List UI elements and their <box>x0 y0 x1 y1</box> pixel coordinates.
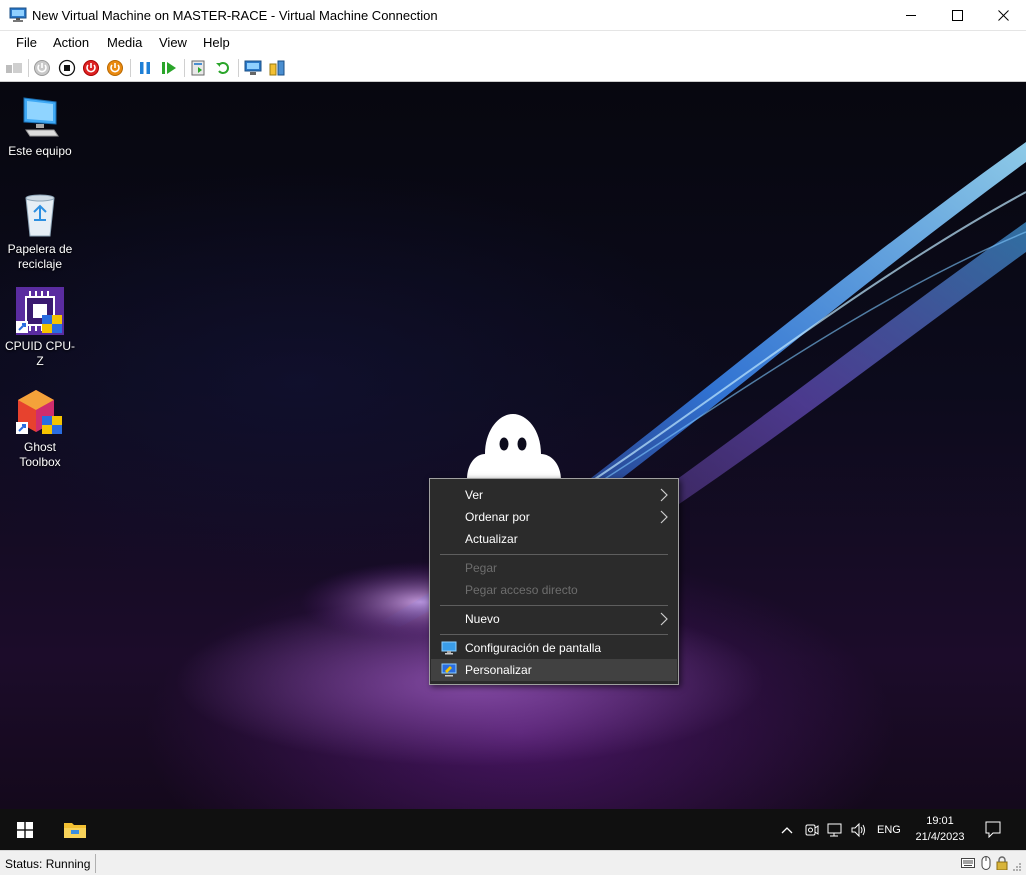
desktop-icon-label: Papelera de reciclaje <box>7 242 73 271</box>
language-indicator[interactable]: ENG <box>877 824 901 836</box>
context-menu: Ver Ordenar por Actualizar Pegar Pegar a… <box>429 478 679 685</box>
resize-grip-icon[interactable] <box>1012 859 1022 873</box>
menu-item-pegar: Pegar <box>465 561 498 575</box>
maximize-button[interactable] <box>934 0 980 31</box>
chevron-right-icon <box>660 612 668 626</box>
menu-view[interactable]: View <box>159 35 187 50</box>
cpuz-icon <box>16 287 64 335</box>
menu-action[interactable]: Action <box>53 35 89 50</box>
revert-icon[interactable] <box>214 59 232 77</box>
menu-separator <box>440 554 668 555</box>
chevron-right-icon <box>660 510 668 524</box>
window-title: New Virtual Machine on MASTER-RACE - Vir… <box>32 8 438 23</box>
chevron-up-icon[interactable] <box>780 821 794 839</box>
windows-start-icon <box>17 821 33 838</box>
notifications-icon[interactable] <box>984 820 1002 838</box>
menu-item-actualizar[interactable]: Actualizar <box>431 528 677 550</box>
turn-off-icon[interactable] <box>58 59 76 77</box>
clock[interactable]: 19:01 21/4/2023 <box>900 813 980 845</box>
mouse-icon <box>981 856 991 870</box>
keyboard-icon <box>961 858 975 868</box>
title-bar: New Virtual Machine on MASTER-RACE - Vir… <box>0 0 1026 31</box>
close-icon <box>997 10 1009 21</box>
menu-file[interactable]: File <box>16 35 37 50</box>
guest-desktop[interactable]: Este equipo Papelera de reciclaje CPUID … <box>0 82 1026 850</box>
desktop-icon-este-equipo[interactable]: Este equipo <box>2 92 78 159</box>
lock-icon <box>996 856 1008 870</box>
menu-item-configuracion-pantalla[interactable]: Configuración de pantalla <box>431 637 677 659</box>
menu-item-pegar-acceso-directo: Pegar acceso directo <box>465 583 578 597</box>
display-settings-icon <box>441 641 457 655</box>
shut-down-icon[interactable] <box>82 59 100 77</box>
chevron-right-icon <box>660 488 668 502</box>
toolbar-separator <box>184 59 185 77</box>
status-bar: Status: Running <box>0 850 1026 875</box>
menu-bar: File Action Media View Help <box>0 31 1026 54</box>
status-text: Status: Running <box>5 857 91 871</box>
network-icon[interactable] <box>826 821 844 839</box>
checkpoint-icon[interactable] <box>190 59 208 77</box>
personalize-icon <box>441 663 457 677</box>
menu-item-ordenar-por[interactable]: Ordenar por <box>431 506 677 528</box>
desktop-icon-label: Ghost Toolbox <box>19 440 61 469</box>
menu-item-nuevo[interactable]: Nuevo <box>431 608 677 630</box>
ctrl-alt-del-icon[interactable] <box>5 59 23 77</box>
volume-icon[interactable] <box>850 821 868 839</box>
toolbar-separator <box>130 59 131 77</box>
minimize-icon <box>905 15 916 16</box>
desktop-icon-label: Este equipo <box>8 144 72 158</box>
resume-icon[interactable] <box>160 59 178 77</box>
computer-icon <box>23 97 59 137</box>
power-icon[interactable] <box>106 59 124 77</box>
maximize-icon <box>951 10 963 21</box>
taskbar-file-explorer[interactable] <box>50 809 100 850</box>
menu-separator <box>440 634 668 635</box>
menu-help[interactable]: Help <box>203 35 230 50</box>
desktop-icon-papelera[interactable]: Papelera de reciclaje <box>2 190 78 272</box>
meet-now-icon[interactable] <box>803 821 819 839</box>
start-button[interactable] <box>0 809 50 850</box>
menu-item-personalizar[interactable]: Personalizar <box>431 659 677 681</box>
ghost-toolbox-icon <box>16 390 62 434</box>
menu-item-ver[interactable]: Ver <box>431 484 677 506</box>
close-button[interactable] <box>980 0 1026 31</box>
toolbar <box>0 54 1026 82</box>
desktop-icon-label: CPUID CPU-Z <box>4 339 75 368</box>
start-icon[interactable] <box>33 59 51 77</box>
desktop-icon-cpuz[interactable]: CPUID CPU-Z <box>2 287 78 369</box>
pause-icon[interactable] <box>136 59 154 77</box>
minimize-button[interactable] <box>888 0 934 31</box>
toolbar-separator <box>28 59 29 77</box>
taskbar: ENG 19:01 21/4/2023 <box>0 809 1026 850</box>
menu-separator <box>440 605 668 606</box>
recycle-bin-icon <box>25 194 55 237</box>
vm-connection-icon <box>9 7 27 22</box>
status-separator <box>95 854 96 873</box>
clock-time: 19:01 <box>926 815 954 827</box>
toolbar-separator <box>238 59 239 77</box>
clock-date: 21/4/2023 <box>915 831 965 843</box>
desktop-icon-ghost-toolbox[interactable]: Ghost Toolbox <box>2 388 78 470</box>
share-icon[interactable] <box>268 59 286 77</box>
menu-media[interactable]: Media <box>107 35 142 50</box>
enhanced-session-icon[interactable] <box>244 59 262 77</box>
file-explorer-icon <box>64 822 86 838</box>
